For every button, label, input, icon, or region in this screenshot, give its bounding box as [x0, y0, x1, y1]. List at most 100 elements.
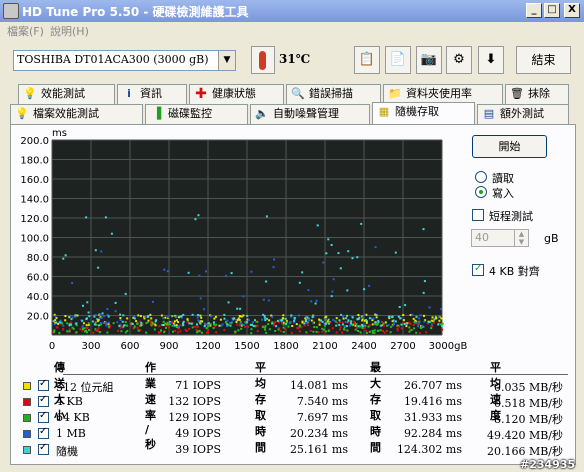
- series-swatch: [23, 414, 31, 422]
- tab-file-benchmark[interactable]: 💡 檔案效能測試: [10, 104, 143, 124]
- short-test-value: 40: [475, 231, 489, 244]
- bar-monitor-icon: ▐: [152, 107, 162, 120]
- screenshot-button[interactable]: 📷: [416, 46, 442, 74]
- cell-avg-speed: 0.035 MB/秒: [493, 381, 563, 394]
- cell-rate: 49 IOPS: [175, 427, 221, 440]
- cell-avg-speed: 0.518 MB/秒: [493, 397, 563, 410]
- cell-max-access: 26.707 ms: [403, 379, 462, 392]
- tab-folder-usage[interactable]: 📁 資料夾使用率: [383, 84, 503, 104]
- short-test-label: 短程測試: [489, 210, 533, 223]
- table-row: 64 KB 129 IOPS 7.697 ms 31.933 ms 8.120 MB/秒: [18, 410, 578, 426]
- cell-size: 隨機: [56, 445, 78, 458]
- settings-icon: ⚙: [453, 52, 465, 67]
- table-row: 1 MB 49 IOPS 20.234 ms 92.284 ms 49.420 MB/秒: [18, 426, 578, 442]
- tab-aam[interactable]: 🔈 自動噪聲管理: [250, 104, 370, 124]
- spin-arrows-icon[interactable]: ▲ ▼: [514, 230, 528, 246]
- tab-health[interactable]: ✚ 健康狀態: [189, 84, 284, 104]
- trash-icon: 🗑: [510, 87, 524, 100]
- download-icon: ⬇: [485, 52, 497, 67]
- menu-help[interactable]: 說明(H): [50, 23, 89, 39]
- menu-bar: 檔案(F) 說明(H): [0, 22, 584, 40]
- cell-avg-access: 7.697 ms: [296, 411, 348, 424]
- close-button[interactable]: X: [564, 3, 580, 18]
- tab-erase[interactable]: 🗑 抹除: [505, 84, 569, 104]
- window-title: HD Tune Pro 5.50 - 硬碟檢測維護工具: [22, 5, 249, 19]
- scatter-icon: ▦: [378, 105, 390, 118]
- header-divider: [63, 374, 568, 375]
- short-test-unit: gB: [544, 232, 559, 245]
- cell-avg-access: 20.234 ms: [289, 427, 348, 440]
- series-swatch: [23, 430, 31, 438]
- table-row: 512 位元組 71 IOPS 14.081 ms 26.707 ms 0.035 MB…: [18, 378, 578, 394]
- tab-benchmark[interactable]: 💡 效能測試: [18, 84, 115, 104]
- file-bulb-icon: 💡: [15, 107, 29, 120]
- cell-rate: 129 IOPS: [168, 411, 221, 424]
- maximize-button[interactable]: □: [544, 3, 560, 18]
- read-radio[interactable]: [475, 171, 487, 183]
- copy-info-button[interactable]: 📋: [354, 46, 380, 74]
- options-button[interactable]: ⚙: [446, 46, 472, 74]
- cell-max-access: 124.302 ms: [396, 443, 462, 456]
- short-test-checkbox[interactable]: [472, 209, 484, 221]
- cell-rate: 39 IOPS: [175, 443, 221, 456]
- cell-max-access: 92.284 ms: [403, 427, 462, 440]
- folder-icon: 📁: [388, 87, 402, 100]
- tab-error-scan[interactable]: 🔍 錯誤掃描: [286, 84, 381, 104]
- menu-file[interactable]: 檔案(F): [7, 23, 44, 39]
- copy-info-icon: 📋: [358, 52, 376, 67]
- align-4kb-checkbox[interactable]: [472, 263, 484, 276]
- series-checkbox[interactable]: [38, 442, 49, 455]
- bulb-icon: 💡: [23, 87, 37, 100]
- cell-avg-access: 14.081 ms: [289, 379, 348, 392]
- cell-size: 4 KB: [56, 395, 83, 408]
- info-icon: i: [127, 87, 131, 100]
- table-row: 隨機 39 IOPS 25.161 ms 124.302 ms 20.166 MB/秒: [18, 442, 578, 458]
- read-label: 讀取: [492, 172, 514, 185]
- watermark: #234935: [520, 458, 576, 471]
- series-swatch: [23, 446, 31, 454]
- tab-random-access[interactable]: ▦ 隨機存取: [372, 102, 475, 124]
- copy-screen-icon: 📄: [389, 52, 407, 67]
- magnifier-icon: 🔍: [291, 87, 305, 100]
- title-bar: HD Tune Pro 5.50 - 硬碟檢測維護工具 _ □ X: [0, 0, 584, 22]
- exit-button[interactable]: 結束: [516, 46, 571, 74]
- series-swatch: [23, 398, 31, 406]
- drive-select[interactable]: TOSHIBA DT01ACA300 (3000 gB) ▼: [13, 50, 236, 71]
- short-test-spinner[interactable]: 40 ▲ ▼: [471, 229, 529, 247]
- tab-info[interactable]: i 資訊: [117, 84, 187, 104]
- drive-select-value: TOSHIBA DT01ACA300 (3000 gB): [17, 53, 209, 66]
- tab-extra-tests[interactable]: ▤ 額外測試: [477, 104, 569, 124]
- cell-avg-speed: 8.120 MB/秒: [493, 413, 563, 426]
- cell-avg-access: 7.540 ms: [296, 395, 348, 408]
- copy-screen-button[interactable]: 📄: [385, 46, 411, 74]
- series-swatch: [23, 382, 31, 390]
- minimize-button[interactable]: _: [526, 3, 542, 18]
- cell-avg-speed: 49.420 MB/秒: [486, 429, 563, 442]
- align-4kb-label: 4 KB 對齊: [489, 265, 540, 278]
- series-checkbox[interactable]: [38, 410, 49, 423]
- tab-disk-monitor[interactable]: ▐ 磁碟監控: [145, 104, 248, 124]
- cell-avg-access: 25.161 ms: [289, 443, 348, 456]
- cell-avg-speed: 20.166 MB/秒: [486, 445, 563, 458]
- series-checkbox[interactable]: [38, 426, 49, 439]
- series-checkbox[interactable]: [38, 378, 49, 391]
- cell-rate: 71 IOPS: [175, 379, 221, 392]
- speaker-icon: 🔈: [255, 107, 269, 120]
- camera-icon: 📷: [420, 52, 438, 67]
- series-checkbox[interactable]: [38, 394, 49, 407]
- cell-rate: 132 IOPS: [168, 395, 221, 408]
- start-button[interactable]: 開始: [472, 135, 547, 158]
- app-icon: [3, 3, 19, 19]
- temperature-readout: 31℃: [279, 52, 311, 66]
- cell-size: 64 KB: [56, 411, 90, 424]
- chevron-down-icon[interactable]: ▼: [218, 51, 235, 70]
- health-cross-icon: ✚: [195, 86, 207, 102]
- cell-max-access: 19.416 ms: [403, 395, 462, 408]
- write-radio[interactable]: [475, 186, 487, 198]
- thermometer-icon: [251, 46, 275, 74]
- write-label: 寫入: [492, 187, 514, 200]
- save-button[interactable]: ⬇: [478, 46, 504, 74]
- cell-max-access: 31.933 ms: [403, 411, 462, 424]
- table-row: 4 KB 132 IOPS 7.540 ms 19.416 ms 0.518 MB/秒: [18, 394, 578, 410]
- cell-size: 1 MB: [56, 427, 86, 440]
